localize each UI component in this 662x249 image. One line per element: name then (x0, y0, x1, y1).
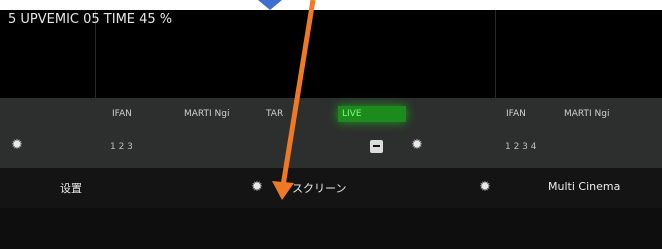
settings-gear-icon[interactable]: ✹ (410, 138, 424, 152)
channel-chip[interactable]: MARTI Ngi (560, 106, 613, 122)
channel-chip-active[interactable]: LIVE (338, 106, 406, 122)
status-text: 5 UPVEMIC 05 TIME 45 % (8, 12, 173, 27)
channel-chip[interactable]: MARTI Ngi (180, 106, 233, 122)
channel-chip[interactable]: IFAN (502, 106, 530, 122)
settings-gear-icon[interactable]: ✹ (10, 138, 24, 152)
channel-chip[interactable]: IFAN (108, 106, 136, 122)
stop-button[interactable] (370, 140, 383, 153)
preview-divider (495, 10, 496, 98)
channel-subrow: 1 2 3 (110, 142, 133, 152)
status-bar (0, 208, 662, 249)
channel-subrow: 1 2 3 4 (505, 142, 537, 152)
toolbar-label[interactable]: 设置 (60, 180, 82, 196)
settings-gear-icon[interactable]: ✹ (478, 180, 492, 194)
chevron-down-icon (258, 0, 282, 10)
channel-chip[interactable]: TAR (262, 106, 287, 122)
screen: ✹ IFAN MARTI Ngi TAR LIVE 1 2 3 ✹ IFAN M… (0, 0, 662, 249)
settings-gear-icon[interactable]: ✹ (250, 180, 264, 194)
toolbar-label[interactable]: Multi Cinema (548, 180, 620, 193)
top-strip (0, 0, 662, 10)
screen-dropdown[interactable]: スクリーン (292, 180, 346, 196)
